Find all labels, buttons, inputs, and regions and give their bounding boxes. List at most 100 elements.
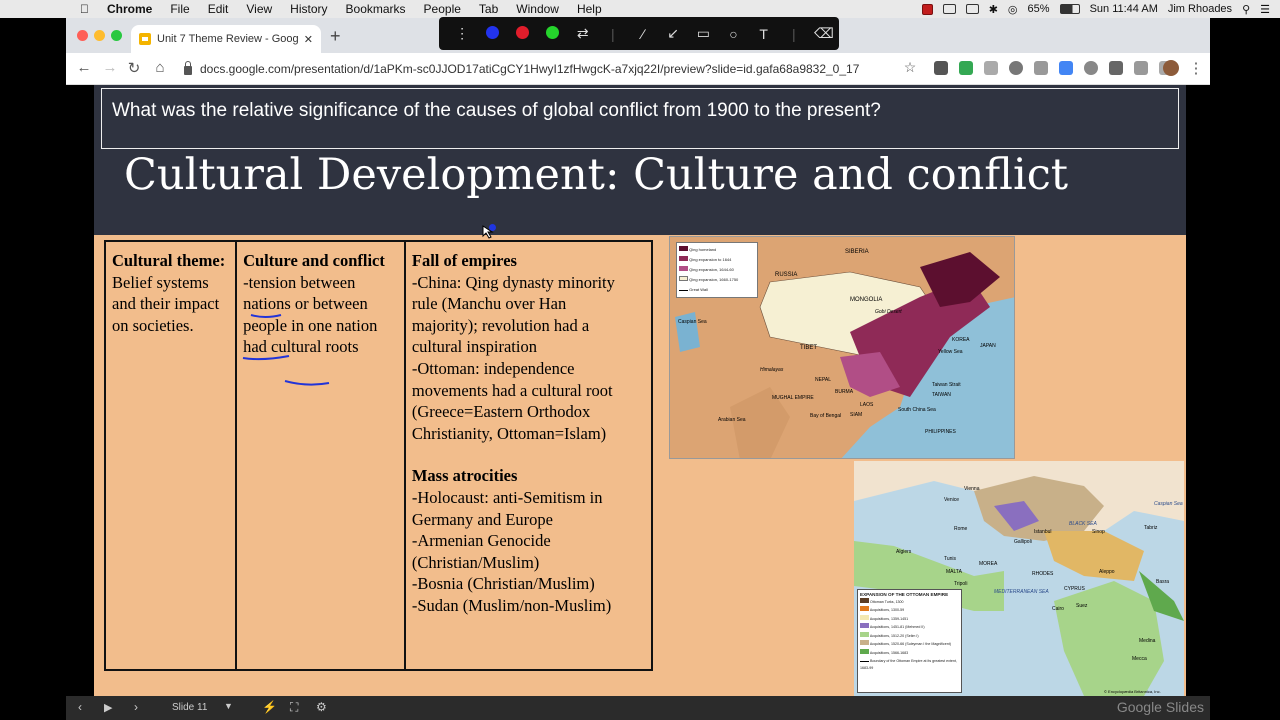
map-label: MEDITERRANEAN SEA (994, 589, 1049, 595)
line: majority); revolution had a (411, 315, 590, 335)
battery-percent[interactable]: 65% (1028, 3, 1050, 15)
map-label: JAPAN (980, 343, 996, 349)
line: (Greece=Eastern Orthodox (411, 402, 591, 422)
map-credit: © Encyclopædia Britannica, Inc. (1104, 689, 1161, 694)
menu-tab[interactable]: Tab (479, 2, 498, 16)
extension-icon[interactable] (984, 61, 998, 75)
blue-color-button[interactable] (477, 25, 507, 42)
previous-slide-button[interactable]: ‹ (78, 700, 82, 714)
legend-item: Acquisitions, 1566-1683 (869, 651, 909, 656)
kebab-menu-icon[interactable]: ⋮ (1186, 59, 1206, 77)
green-color-button[interactable] (537, 25, 567, 42)
map-label: TIBET (800, 345, 818, 351)
menu-file[interactable]: File (170, 2, 189, 16)
map-label: MUGHAL EMPIRE (772, 395, 814, 401)
line: Germany and Europe (411, 509, 553, 529)
battery-icon[interactable] (1059, 4, 1080, 14)
avatar[interactable] (1163, 60, 1179, 76)
map-label: Yellow Sea (938, 349, 963, 355)
bluetooth-icon[interactable]: ✱ (989, 3, 998, 16)
red-color-button[interactable] (507, 25, 537, 42)
annotation-underlines (242, 314, 330, 386)
slide-selector[interactable]: Slide 11 (172, 702, 207, 713)
lock-icon[interactable] (184, 60, 192, 75)
shuffle-icon[interactable]: ⇄ (568, 25, 598, 42)
next-slide-button[interactable]: › (134, 700, 138, 714)
minimize-window-button[interactable] (94, 30, 105, 41)
clock[interactable]: Sun 11:44 AM (1090, 3, 1158, 15)
zoom-window-button[interactable] (111, 30, 122, 41)
menu-people[interactable]: People (424, 2, 461, 16)
extension-icon[interactable] (1034, 61, 1048, 75)
rectangle-tool-icon[interactable]: ▭ (688, 25, 718, 42)
text-tool-icon[interactable]: T (749, 26, 779, 42)
display-icon[interactable] (942, 4, 956, 14)
airplay-icon[interactable] (965, 4, 979, 14)
legend-item: Qing homeland (689, 247, 717, 252)
slide-header: What was the relative significance of th… (94, 85, 1186, 235)
puzzle-icon[interactable] (1109, 61, 1123, 75)
menu-window[interactable]: Window (516, 2, 559, 16)
arrow-tool-icon[interactable]: ↙ (658, 25, 688, 42)
google-slides-brand: Google Slides (1116, 699, 1204, 715)
browser-tab[interactable]: Unit 7 Theme Review - Google ✕ (131, 25, 321, 53)
map-label: Tunis (944, 556, 957, 562)
legend-item: Acquisitions, 1512-20 (Selim I) (869, 633, 919, 638)
play-button[interactable]: ▶ (104, 701, 112, 714)
google-slides-icon (139, 33, 151, 45)
back-button[interactable]: ← (74, 59, 94, 76)
map-label: Venice (944, 497, 960, 503)
menu-bookmarks[interactable]: Bookmarks (346, 2, 406, 16)
url-text[interactable]: docs.google.com/presentation/d/1aPKm-sc0… (200, 62, 859, 76)
drag-handle-icon[interactable]: ⋮ (447, 25, 477, 42)
new-tab-button[interactable]: + (330, 26, 341, 47)
pen-tool-icon[interactable]: ∕ (628, 26, 658, 42)
google-drive-icon[interactable] (959, 61, 973, 75)
line: -Holocaust: anti-Semitism in (411, 487, 603, 507)
ottoman-empire-map: EXPANSION OF THE OTTOMAN EMPIRE Ottoman … (854, 461, 1184, 696)
browser-toolbar: ← → ↻ ⌂ docs.google.com/presentation/d/1… (66, 53, 1210, 85)
legend-item: Ottoman Turks, 1300 (870, 599, 904, 604)
slides-control-bar: ‹ ▶ › Slide 11 ▼ ⚡ ⛶ ⚙ Google Slides (66, 696, 1210, 720)
menu-edit[interactable]: Edit (208, 2, 229, 16)
user-name[interactable]: Jim Rhoades (1168, 3, 1232, 15)
fullscreen-icon[interactable]: ⛶ (290, 700, 298, 715)
media-icon[interactable] (1134, 61, 1148, 75)
menu-view[interactable]: View (246, 2, 272, 16)
legend-item: Qing expansion to 1644 (689, 257, 732, 262)
qing-map-legend: Qing homeland Qing expansion to 1644 Qin… (676, 242, 758, 298)
extension-icon[interactable] (934, 61, 948, 75)
forward-button[interactable]: → (100, 59, 120, 76)
home-button[interactable]: ⌂ (150, 59, 170, 76)
menu-app-name[interactable]: Chrome (107, 2, 152, 16)
slide: What was the relative significance of th… (94, 85, 1186, 696)
bookmark-star-icon[interactable]: ☆ (900, 59, 920, 76)
eraser-icon[interactable]: ⌫ (809, 25, 839, 42)
map-label: LAOS (860, 402, 874, 408)
close-window-button[interactable] (77, 30, 88, 41)
control-center-icon[interactable]: ☰ (1260, 3, 1270, 16)
menu-history[interactable]: History (290, 2, 327, 16)
map-label: PHILIPPINES (925, 429, 956, 435)
map-label: Tabriz (1144, 525, 1158, 531)
map-label: Bay of Bengal (810, 413, 842, 419)
reload-button[interactable]: ↻ (124, 59, 144, 77)
extension-icon[interactable] (1009, 61, 1023, 75)
extension-icon[interactable] (1059, 61, 1073, 75)
circle-tool-icon[interactable]: ○ (718, 26, 748, 42)
question-box: What was the relative significance of th… (101, 88, 1179, 149)
flash-icon[interactable]: ⚡ (262, 700, 277, 714)
wifi-icon[interactable]: ◎ (1008, 3, 1018, 16)
slide-dropdown-icon[interactable]: ▼ (224, 701, 233, 711)
apple-icon[interactable]:  (80, 2, 89, 16)
column-cultural-theme: Cultural theme: Belief systems and their… (106, 242, 238, 669)
spotlight-search-icon[interactable]: ⚲ (1242, 3, 1250, 16)
address-bar[interactable]: docs.google.com/presentation/d/1aPKm-sc0… (176, 57, 926, 81)
close-tab-icon[interactable]: ✕ (304, 33, 313, 46)
extension-icon[interactable] (1084, 61, 1098, 75)
column-heading: Fall of empires (411, 251, 517, 270)
menu-help[interactable]: Help (577, 2, 602, 16)
record-icon[interactable] (921, 3, 933, 15)
settings-gear-icon[interactable]: ⚙ (316, 700, 327, 714)
